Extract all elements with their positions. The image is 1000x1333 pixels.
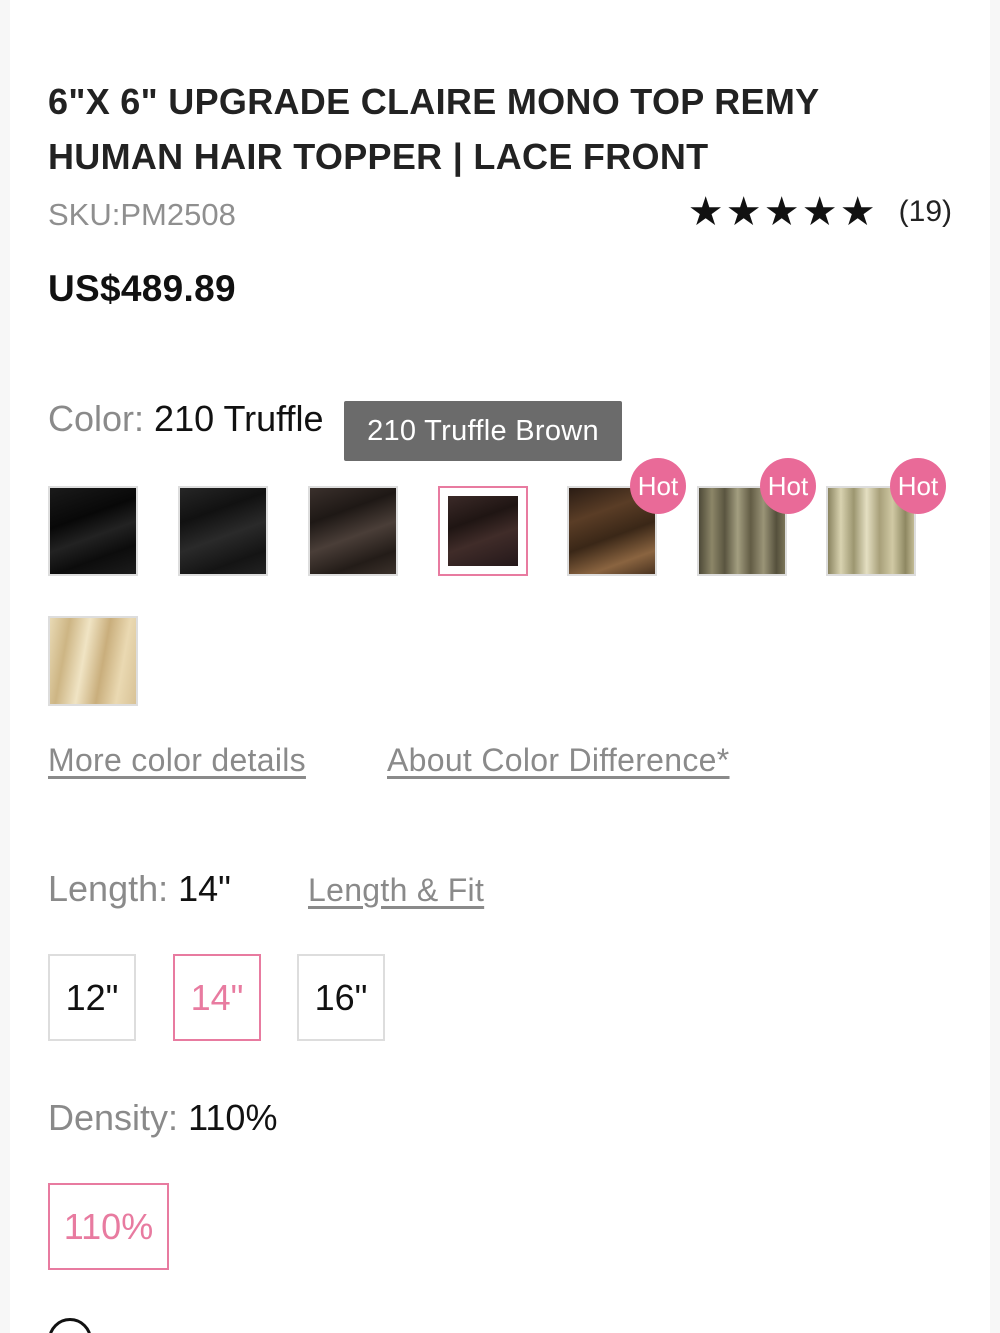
length-label-value: 14": [178, 868, 231, 909]
star-icon: ★: [725, 190, 762, 234]
star-icon: ★: [801, 190, 838, 234]
density-option-label: Density: 110%: [48, 1097, 277, 1139]
color-swatch-210-truffle-brown[interactable]: [438, 486, 528, 576]
length-option-label: Length: 14": [48, 868, 231, 910]
color-label-key: Color:: [48, 398, 145, 439]
hot-badge: Hot: [890, 458, 946, 514]
about-color-difference-link[interactable]: About Color Difference*: [387, 742, 730, 779]
swatch-image: [50, 618, 136, 704]
product-title-line-2: HUMAN HAIR TOPPER | LACE FRONT: [48, 136, 709, 177]
color-swatch-light-blonde[interactable]: [48, 616, 138, 706]
product-title-line-1: 6"X 6" UPGRADE CLAIRE MONO TOP REMY: [48, 81, 820, 122]
swatch-image: [180, 488, 266, 574]
density-option-110[interactable]: 110%: [48, 1183, 169, 1270]
swatch-image: [50, 488, 136, 574]
length-option-12[interactable]: 12": [48, 954, 136, 1041]
more-color-details-link[interactable]: More color details: [48, 742, 306, 779]
color-tooltip: 210 Truffle Brown: [344, 401, 622, 461]
color-option-label: Color: 210 Truffle: [48, 398, 324, 440]
right-edge-shade: [990, 0, 1000, 1333]
hot-badge: Hot: [630, 458, 686, 514]
color-label-value: 210 Truffle: [154, 398, 324, 439]
length-label-key: Length:: [48, 868, 169, 909]
density-label-value: 110%: [188, 1097, 278, 1138]
star-icon: ★: [839, 190, 876, 234]
density-label-key: Density:: [48, 1097, 179, 1138]
color-swatch-jet-black[interactable]: [48, 486, 138, 576]
hot-badge: Hot: [760, 458, 816, 514]
length-option-14[interactable]: 14": [173, 954, 261, 1041]
star-icon: ★: [687, 190, 724, 234]
product-rating[interactable]: ★ ★ ★ ★ ★ (19): [687, 192, 952, 232]
length-option-16[interactable]: 16": [297, 954, 385, 1041]
color-swatch-off-black[interactable]: [178, 486, 268, 576]
star-icon: ★: [763, 190, 800, 234]
processing-time-row: [48, 1318, 108, 1333]
product-title: 6"X 6" UPGRADE CLAIRE MONO TOP REMY HUMA…: [48, 74, 908, 184]
length-fit-link[interactable]: Length & Fit: [308, 872, 484, 909]
left-edge-shade: [0, 0, 10, 1333]
product-price: US$489.89: [48, 268, 236, 309]
rating-stars: ★ ★ ★ ★ ★: [687, 192, 877, 232]
review-count[interactable]: (19): [899, 195, 952, 229]
color-swatch-dark-brown[interactable]: [308, 486, 398, 576]
swatch-image: [310, 488, 396, 574]
product-sku: SKU:PM2508: [48, 197, 236, 232]
swatch-image: [448, 496, 518, 566]
clock-icon: [48, 1318, 92, 1333]
product-options-page: 6"X 6" UPGRADE CLAIRE MONO TOP REMY HUMA…: [0, 0, 1000, 1333]
